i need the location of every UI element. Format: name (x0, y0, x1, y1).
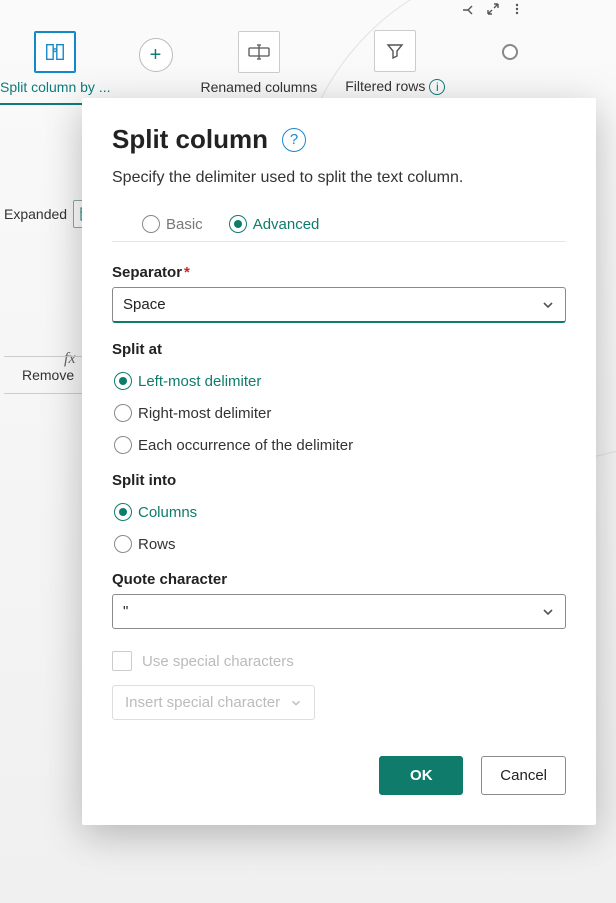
radio-dot-icon (114, 372, 132, 390)
ok-button[interactable]: OK (379, 756, 463, 795)
split-column-dialog: Split column ? Specify the delimiter use… (82, 98, 596, 825)
expand-icon[interactable] (486, 2, 500, 18)
chevron-down-icon (290, 697, 302, 709)
step-add[interactable]: + (139, 34, 173, 100)
dialog-actions: OK Cancel (112, 756, 566, 795)
required-mark: * (184, 264, 190, 281)
filter-icon (374, 30, 416, 72)
radio-dot-icon (142, 215, 160, 233)
radio-label: Left-most delimiter (138, 373, 261, 390)
radio-dot-icon (114, 436, 132, 454)
radio-columns[interactable]: Columns (114, 503, 566, 521)
mode-selector: Basic Advanced (112, 207, 566, 242)
help-icon[interactable]: ? (282, 128, 306, 152)
split-at-label: Split at (112, 341, 566, 358)
step-label: Filtered rowsi (345, 78, 445, 95)
step-filtered-rows[interactable]: Filtered rowsi (345, 30, 445, 103)
dialog-title: Split column (112, 124, 268, 155)
radio-dot-icon (229, 215, 247, 233)
chevron-down-icon (541, 605, 555, 619)
more-icon[interactable] (510, 2, 524, 18)
radio-label: Rows (138, 536, 176, 553)
expanded-label: Expanded (4, 206, 67, 222)
radio-label: Basic (166, 216, 203, 233)
radio-label: Advanced (253, 216, 320, 233)
quote-char-label: Quote character (112, 571, 566, 588)
use-special-chars-label: Use special characters (142, 653, 294, 670)
quote-char-select[interactable]: " (112, 594, 566, 629)
insert-special-char-label: Insert special character (125, 694, 280, 711)
radio-each-occurrence[interactable]: Each occurrence of the delimiter (114, 436, 566, 454)
plus-icon: + (139, 38, 173, 72)
radio-right-most[interactable]: Right-most delimiter (114, 404, 566, 422)
radio-dot-icon (114, 535, 132, 553)
split-into-options: Columns Rows (112, 495, 566, 553)
step-split-column[interactable]: Split column by ... (0, 31, 111, 103)
split-column-icon (34, 31, 76, 73)
step-label: Renamed columns (201, 79, 318, 95)
radio-dot-icon (114, 404, 132, 422)
radio-advanced[interactable]: Advanced (229, 215, 320, 233)
applied-steps-toolbar: Split column by ... + Renamed columns Fi… (0, 30, 616, 105)
dialog-subtitle: Specify the delimiter used to split the … (112, 169, 566, 187)
insert-special-char-button: Insert special character (112, 685, 315, 720)
radio-label: Columns (138, 504, 197, 521)
use-special-chars-checkbox[interactable] (112, 651, 132, 671)
cancel-button[interactable]: Cancel (481, 756, 566, 795)
step-label: Split column by ... (0, 79, 111, 95)
radio-rows[interactable]: Rows (114, 535, 566, 553)
separator-value: Space (123, 296, 166, 313)
info-icon[interactable]: i (429, 79, 445, 95)
radio-basic[interactable]: Basic (142, 215, 203, 233)
rename-icon (238, 31, 280, 73)
separator-select[interactable]: Space (112, 287, 566, 323)
quote-char-value: " (123, 603, 128, 620)
radio-dot-icon (114, 503, 132, 521)
radio-left-most[interactable]: Left-most delimiter (114, 372, 566, 390)
split-into-label: Split into (112, 472, 566, 489)
separator-label: Separator* (112, 264, 566, 281)
chevron-down-icon (541, 298, 555, 312)
mini-toolbar (460, 2, 524, 18)
use-special-chars-row: Use special characters (112, 651, 566, 671)
branch-icon[interactable] (460, 2, 476, 18)
radio-label: Each occurrence of the delimiter (138, 437, 353, 454)
step-renamed-columns[interactable]: Renamed columns (201, 31, 318, 103)
split-at-options: Left-most delimiter Right-most delimiter… (112, 364, 566, 454)
radio-label: Right-most delimiter (138, 405, 271, 422)
